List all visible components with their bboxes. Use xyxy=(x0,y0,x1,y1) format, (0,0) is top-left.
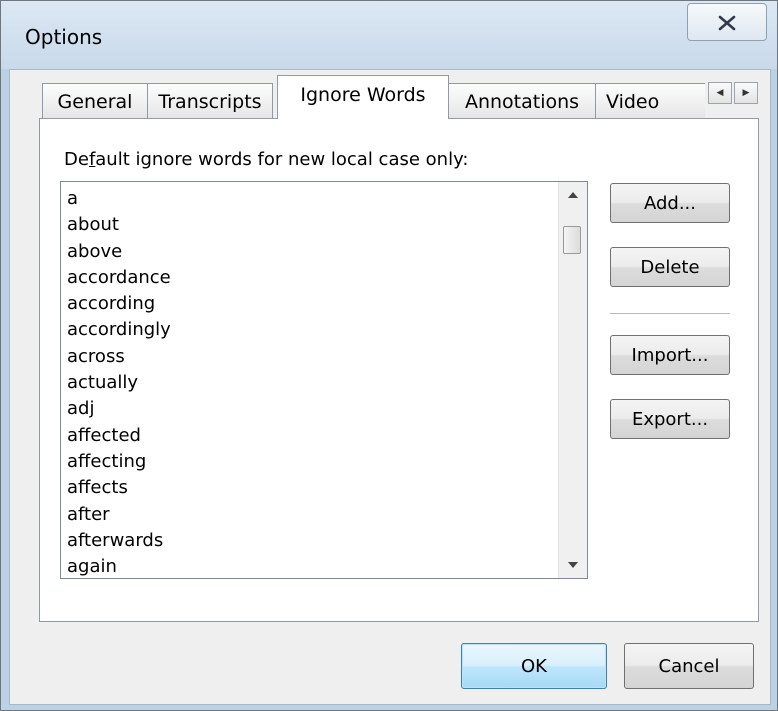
tab-video[interactable]: Video xyxy=(595,83,705,119)
arrow-up-icon xyxy=(568,192,578,198)
scrollbar-thumb[interactable] xyxy=(563,225,581,254)
list-item[interactable]: across xyxy=(67,344,171,370)
vertical-scrollbar[interactable] xyxy=(558,182,587,578)
tab-label: Transcripts xyxy=(158,90,262,113)
dialog-body: General Transcripts Ignore Words Annotat… xyxy=(9,69,771,705)
close-icon xyxy=(718,15,736,31)
list-item[interactable]: above xyxy=(67,239,171,265)
list-item[interactable]: actually xyxy=(67,370,171,396)
list-item[interactable]: again xyxy=(67,554,171,578)
list-item[interactable]: according xyxy=(67,291,171,317)
list-item[interactable]: a xyxy=(67,186,171,212)
ignore-words-list[interactable]: a about above accordance according accor… xyxy=(60,181,588,579)
list-caption: Default ignore words for new local case … xyxy=(64,149,468,170)
import-button[interactable]: Import... xyxy=(610,335,730,375)
list-item[interactable]: accordance xyxy=(67,265,171,291)
options-dialog: Options General Transcripts Ignore Words… xyxy=(0,0,778,711)
cancel-button[interactable]: Cancel xyxy=(624,643,754,689)
tab-scroll-right-button[interactable]: ▶ xyxy=(734,82,758,104)
caption-prefix: De xyxy=(64,149,89,170)
triangle-left-icon: ◀ xyxy=(716,88,724,98)
arrow-down-icon xyxy=(568,562,578,568)
title-bar[interactable]: Options xyxy=(1,1,777,69)
button-separator xyxy=(610,313,730,315)
list-item[interactable]: affects xyxy=(67,475,171,501)
list-item[interactable]: about xyxy=(67,212,171,238)
list-item[interactable]: adj xyxy=(67,396,171,422)
list-item[interactable]: affecting xyxy=(67,449,171,475)
scroll-down-button[interactable] xyxy=(559,552,587,578)
add-button[interactable]: Add... xyxy=(610,183,730,223)
ignore-words-panel: Default ignore words for new local case … xyxy=(39,118,759,622)
caption-suffix: ault ignore words for new local case onl… xyxy=(95,149,469,170)
tab-label: Video xyxy=(606,90,660,113)
word-items: a about above accordance according accor… xyxy=(67,186,171,578)
triangle-right-icon: ▶ xyxy=(742,88,750,98)
tab-general[interactable]: General xyxy=(42,83,148,119)
tab-label: Annotations xyxy=(464,90,580,113)
tab-label: Ignore Words xyxy=(300,83,426,106)
list-item[interactable]: afterwards xyxy=(67,528,171,554)
tab-scroll-buttons: ◀ ▶ xyxy=(708,82,758,104)
close-button[interactable] xyxy=(687,3,767,41)
tab-scroll-left-button[interactable]: ◀ xyxy=(708,82,732,104)
tab-ignore-words[interactable]: Ignore Words xyxy=(277,75,449,119)
scroll-up-button[interactable] xyxy=(559,182,587,208)
list-item[interactable]: accordingly xyxy=(67,317,171,343)
ok-button[interactable]: OK xyxy=(461,643,607,689)
delete-button[interactable]: Delete xyxy=(610,247,730,287)
tab-transcripts[interactable]: Transcripts xyxy=(147,83,273,119)
export-button[interactable]: Export... xyxy=(610,399,730,439)
list-item[interactable]: affected xyxy=(67,423,171,449)
window-title: Options xyxy=(25,25,103,49)
tab-annotations[interactable]: Annotations xyxy=(448,83,596,119)
list-item[interactable]: after xyxy=(67,502,171,528)
tab-label: General xyxy=(57,90,133,113)
